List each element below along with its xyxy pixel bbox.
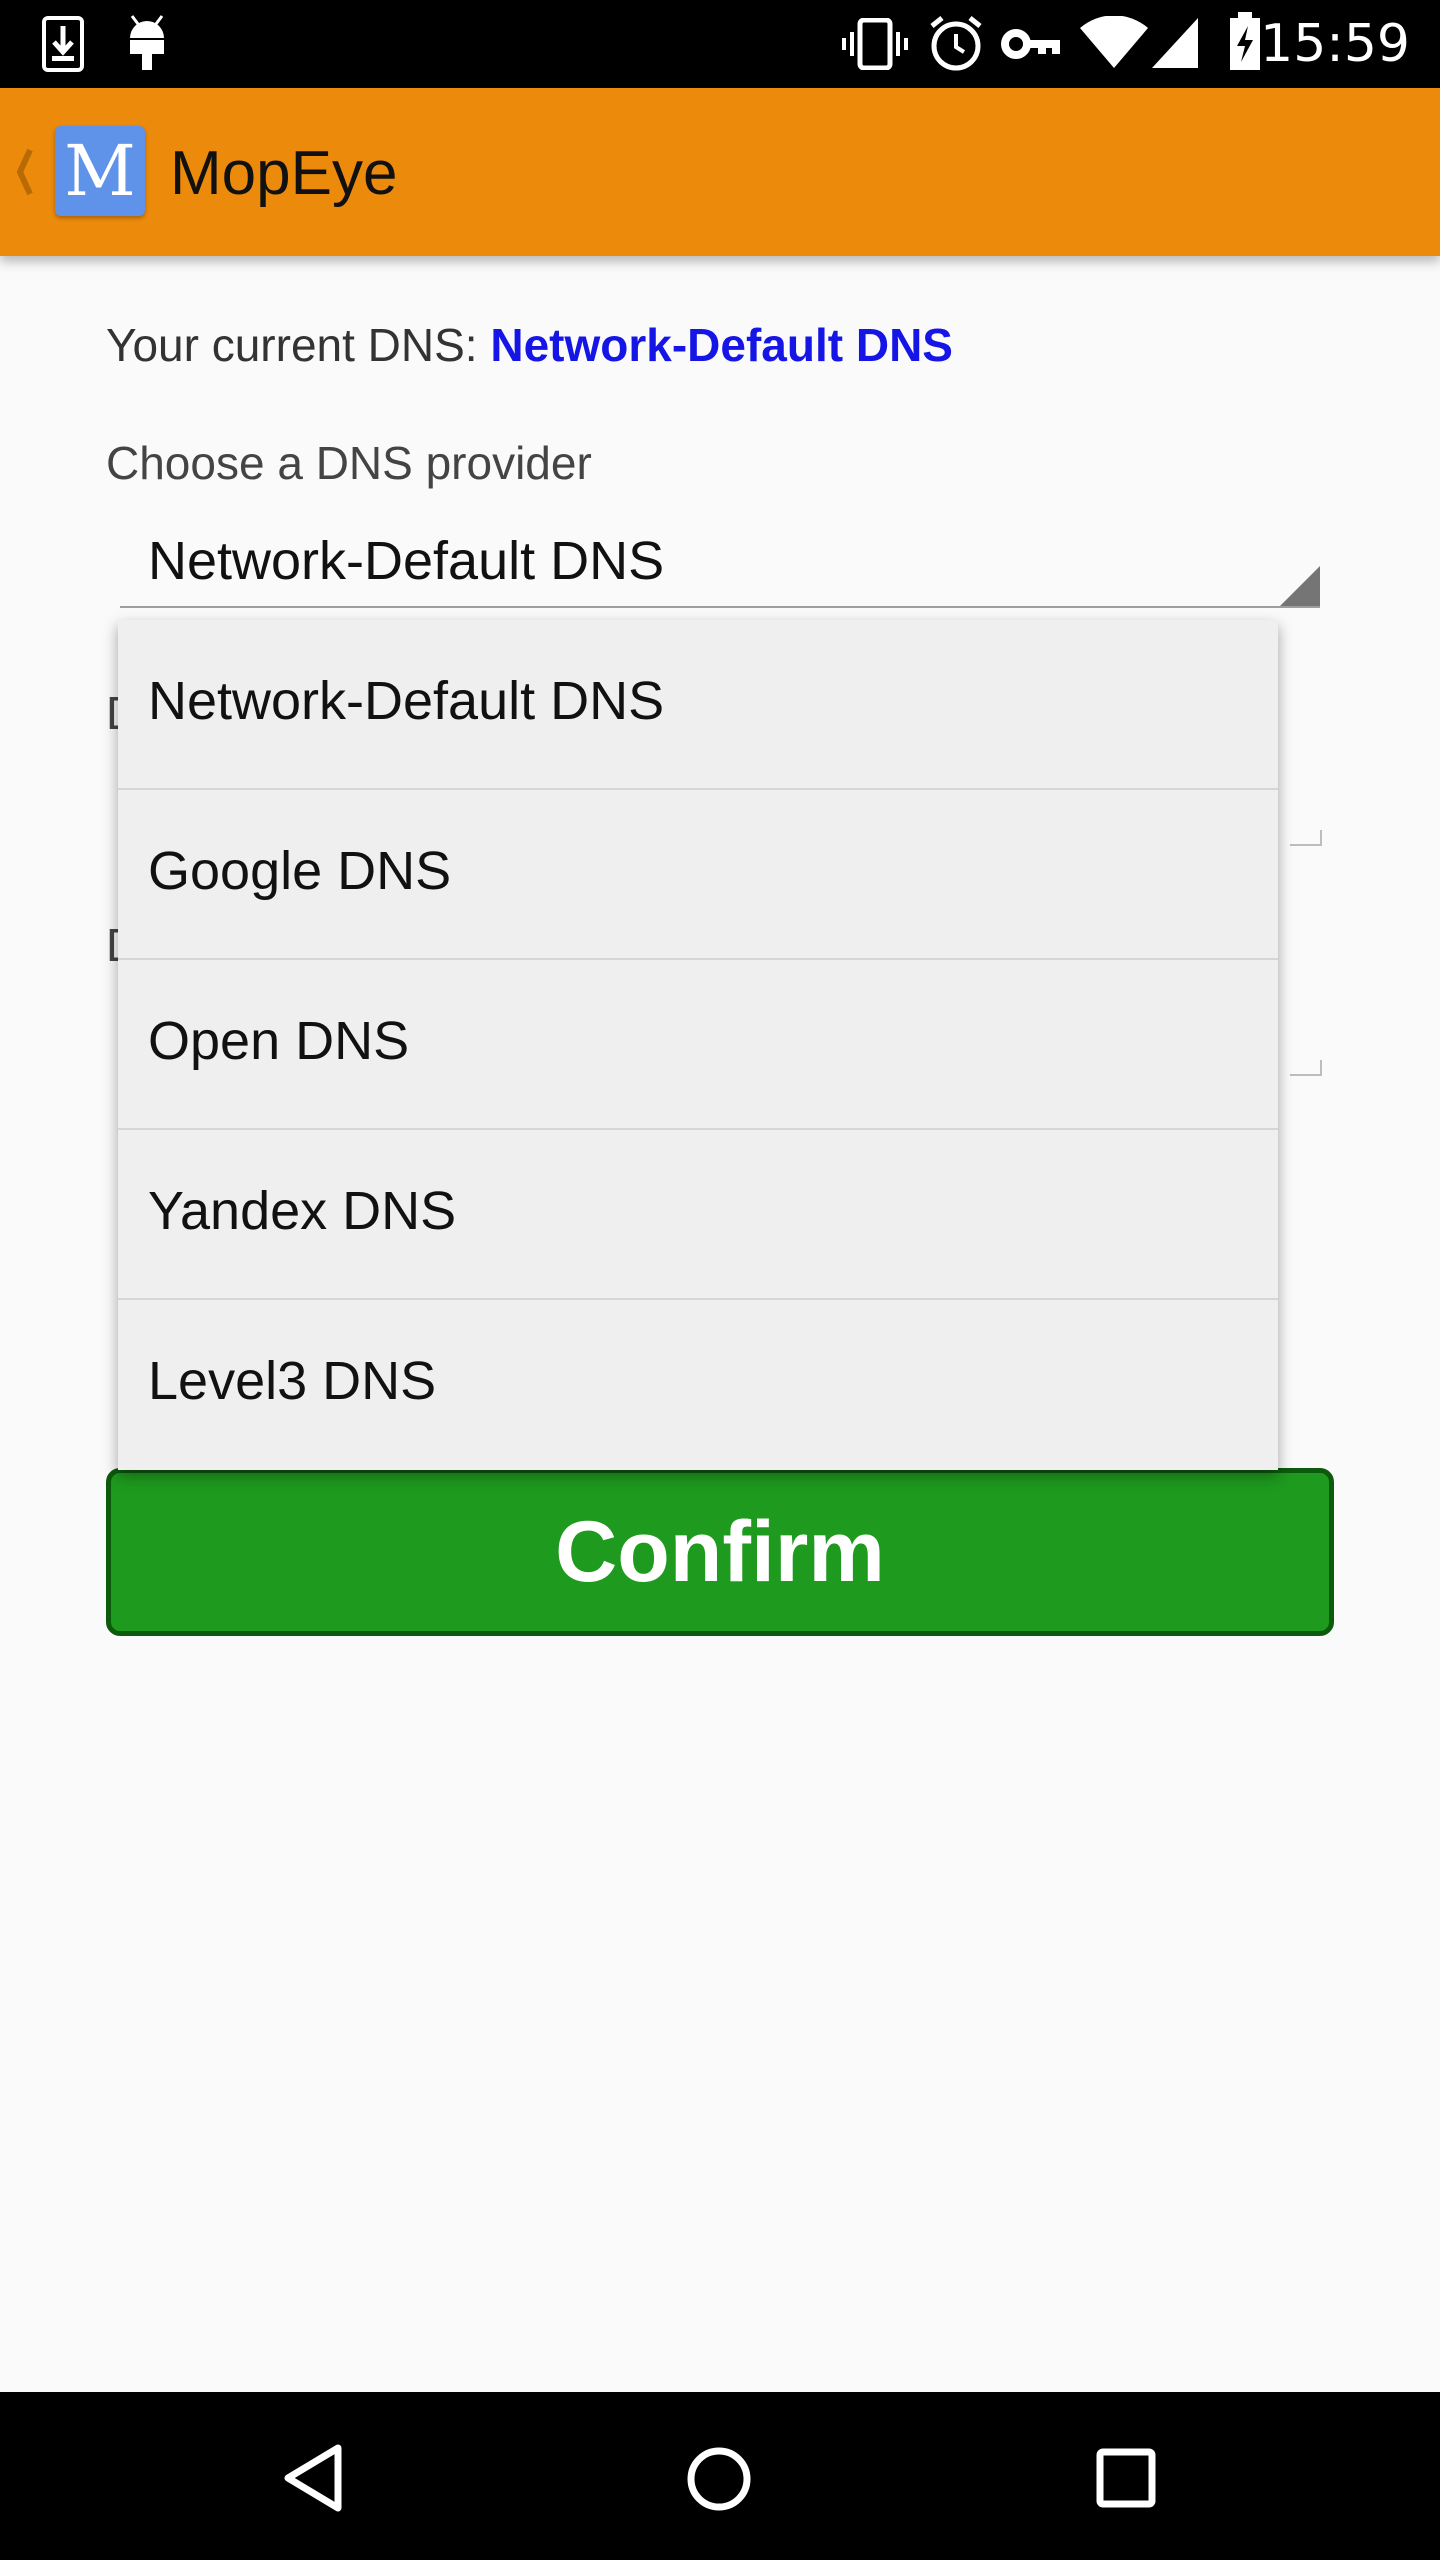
app-title: MopEye: [170, 139, 398, 208]
wifi-icon: [1080, 16, 1148, 68]
dropdown-option-level3[interactable]: Level3 DNS: [118, 1300, 1278, 1470]
confirm-button[interactable]: Confirm: [106, 1468, 1334, 1636]
dropdown-option-label: Level3 DNS: [148, 1351, 437, 1411]
dropdown-option-label: Google DNS: [148, 841, 452, 901]
dropdown-option-label: Yandex DNS: [148, 1181, 457, 1241]
android-debug-icon: [130, 15, 164, 70]
dns-field-underline-1[interactable]: [1290, 830, 1322, 846]
status-time: 15:59: [1260, 14, 1410, 74]
home-icon[interactable]: [686, 2446, 752, 2512]
vibrate-icon: [842, 18, 908, 70]
dropdown-option-yandex[interactable]: Yandex DNS: [118, 1130, 1278, 1300]
spinner-selected-value: Network-Default DNS: [148, 531, 665, 591]
navigation-bar: [0, 2392, 1440, 2560]
vpn-key-icon: [1001, 29, 1060, 59]
battery-charging-icon: [1230, 12, 1260, 70]
dropdown-option-label: Open DNS: [148, 1011, 410, 1071]
dropdown-option-open[interactable]: Open DNS: [118, 960, 1278, 1130]
status-bar: 15:59: [0, 0, 1440, 88]
dropdown-option-label: Network-Default DNS: [148, 671, 665, 731]
dropdown-option-google[interactable]: Google DNS: [118, 790, 1278, 960]
app-bar: M MopEye: [0, 88, 1440, 256]
alarm-icon: [930, 16, 982, 71]
current-dns-text: Your current DNS: Network-Default DNS: [106, 318, 953, 372]
dns-dropdown-list: Network-Default DNS Google DNS Open DNS …: [118, 620, 1278, 1470]
download-icon: [42, 16, 84, 72]
recents-icon[interactable]: [1096, 2448, 1156, 2508]
choose-provider-label: Choose a DNS provider: [106, 437, 592, 489]
dropdown-option-network-default[interactable]: Network-Default DNS: [118, 620, 1278, 790]
back-icon[interactable]: [282, 2444, 344, 2512]
up-chevron-icon[interactable]: [14, 144, 34, 200]
current-dns-value: Network-Default DNS: [490, 319, 953, 371]
dns-provider-spinner[interactable]: Network-Default DNS: [120, 520, 1320, 608]
app-logo[interactable]: M: [55, 126, 145, 216]
signal-icon: [1152, 18, 1198, 68]
current-dns-label: Your current DNS:: [106, 319, 491, 371]
dropdown-triangle-icon: [1280, 566, 1320, 606]
dns-field-underline-2[interactable]: [1290, 1060, 1322, 1076]
